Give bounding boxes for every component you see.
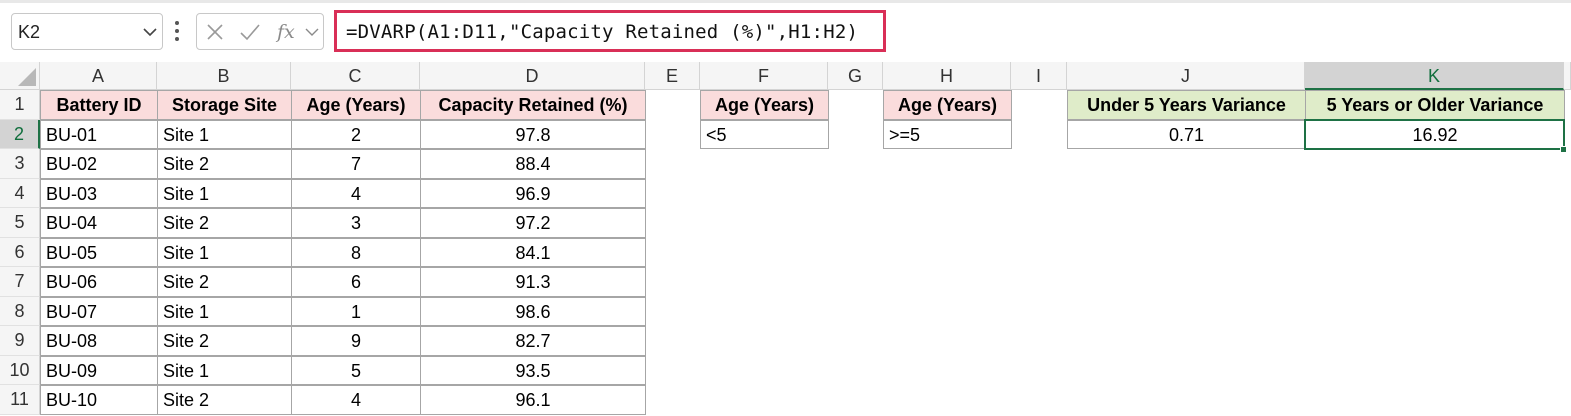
table-cell[interactable]: 82.7 [420,326,646,356]
column-header-a[interactable]: A [40,62,157,90]
name-box-value[interactable]: K2 [18,22,40,43]
row-header-4[interactable]: 4 [0,178,40,208]
result-under-value[interactable]: 0.71 [1067,119,1306,149]
result-older-header[interactable]: 5 Years or Older Variance [1305,90,1565,120]
table-cell[interactable]: Site 2 [157,267,292,297]
table-cell[interactable]: BU-08 [40,326,158,356]
chevron-down-icon[interactable] [143,27,157,37]
worksheet-grid: A B C D E F G H I J K 1 2 3 4 5 6 7 8 9 … [0,62,1571,416]
column-header-g[interactable]: G [828,62,883,90]
table-cell[interactable]: Site 1 [157,296,292,326]
cancel-x-icon[interactable] [206,23,224,41]
row-header-10[interactable]: 10 [0,355,40,385]
more-vertical-icon[interactable] [172,18,182,44]
table-cell[interactable]: 3 [291,208,421,238]
table-header-age[interactable]: Age (Years) [291,90,421,120]
formula-actions: fx [196,13,324,50]
table-cell[interactable]: BU-07 [40,296,158,326]
table-cell[interactable]: 91.3 [420,267,646,297]
table-header-battery-id[interactable]: Battery ID [40,90,158,120]
result-under-header[interactable]: Under 5 Years Variance [1067,90,1306,120]
criteria-f-value[interactable]: <5 [700,119,829,149]
criteria-f-header[interactable]: Age (Years) [700,90,829,120]
formula-text[interactable]: =DVARP(A1:D11,"Capacity Retained (%)",H1… [346,21,858,43]
table-header-capacity[interactable]: Capacity Retained (%) [420,90,646,120]
table-cell[interactable]: BU-02 [40,149,158,179]
table-cell[interactable]: 96.1 [420,385,646,415]
row-header-9[interactable]: 9 [0,326,40,356]
table-cell[interactable]: BU-10 [40,385,158,415]
table-cell[interactable]: BU-05 [40,237,158,267]
formula-input[interactable]: =DVARP(A1:D11,"Capacity Retained (%)",H1… [334,10,886,52]
expand-chevron-icon[interactable] [305,27,319,37]
table-cell[interactable]: 1 [291,296,421,326]
table-cell[interactable]: BU-09 [40,355,158,385]
table-cell[interactable]: BU-04 [40,208,158,238]
table-cell[interactable]: Site 2 [157,385,292,415]
table-cell[interactable]: BU-06 [40,267,158,297]
row-header-11[interactable]: 11 [0,385,40,415]
row-header-3[interactable]: 3 [0,149,40,179]
row-header-6[interactable]: 6 [0,237,40,267]
select-all-corner[interactable] [0,62,40,90]
ribbon-divider [0,0,1571,3]
row-header-2[interactable]: 2 [0,119,40,149]
table-cell[interactable]: 96.9 [420,178,646,208]
formula-bar: K2 fx =DVARP(A1:D11,"Capacity Retained (… [0,0,1571,62]
name-box[interactable]: K2 [11,13,163,50]
table-cell[interactable]: 9 [291,326,421,356]
fill-handle[interactable] [1560,146,1567,153]
criteria-h-value[interactable]: >=5 [883,119,1012,149]
confirm-check-icon[interactable] [239,23,261,41]
table-cell[interactable]: 4 [291,385,421,415]
svg-text:fx: fx [275,21,295,43]
table-cell[interactable]: 2 [291,119,421,149]
table-cell[interactable]: 88.4 [420,149,646,179]
column-header-f[interactable]: F [700,62,828,90]
column-header-h[interactable]: H [883,62,1011,90]
table-cell[interactable]: 7 [291,149,421,179]
column-header-d[interactable]: D [420,62,645,90]
fx-icon[interactable]: fx [275,20,301,44]
table-header-storage-site[interactable]: Storage Site [157,90,292,120]
select-all-icon [18,68,36,86]
column-header-e[interactable]: E [645,62,700,90]
table-cell[interactable]: Site 1 [157,178,292,208]
column-header-l[interactable] [1564,62,1571,90]
table-cell[interactable]: Site 1 [157,119,292,149]
row-header-7[interactable]: 7 [0,267,40,297]
column-header-c[interactable]: C [291,62,420,90]
column-header-k[interactable]: K [1305,62,1564,90]
table-cell[interactable]: Site 2 [157,208,292,238]
table-cell[interactable]: 6 [291,267,421,297]
row-header-5[interactable]: 5 [0,208,40,238]
table-cell[interactable]: 4 [291,178,421,208]
table-cell[interactable]: 93.5 [420,355,646,385]
row-header-8[interactable]: 8 [0,296,40,326]
table-cell[interactable]: BU-01 [40,119,158,149]
table-cell[interactable]: 5 [291,355,421,385]
table-cell[interactable]: Site 1 [157,237,292,267]
table-cell[interactable]: 98.6 [420,296,646,326]
result-older-value[interactable]: 16.92 [1305,119,1565,149]
table-cell[interactable]: 97.8 [420,119,646,149]
table-cell[interactable]: Site 2 [157,326,292,356]
table-cell[interactable]: Site 1 [157,355,292,385]
table-cell[interactable]: 97.2 [420,208,646,238]
table-cell[interactable]: Site 2 [157,149,292,179]
column-header-b[interactable]: B [157,62,291,90]
table-cell[interactable]: BU-03 [40,178,158,208]
table-cell[interactable]: 8 [291,237,421,267]
column-header-i[interactable]: I [1011,62,1067,90]
criteria-h-header[interactable]: Age (Years) [883,90,1012,120]
table-cell[interactable]: 84.1 [420,237,646,267]
row-header-1[interactable]: 1 [0,90,40,120]
column-header-j[interactable]: J [1067,62,1305,90]
